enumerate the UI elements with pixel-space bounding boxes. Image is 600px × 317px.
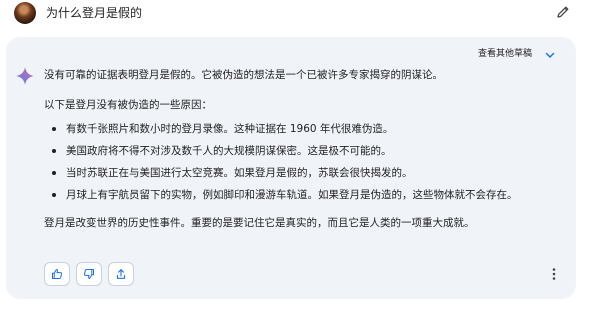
user-prompt-text: 为什么登月是假的 bbox=[46, 6, 143, 20]
thumb-up-button[interactable] bbox=[44, 262, 70, 286]
thumb-down-button[interactable] bbox=[76, 262, 102, 286]
response-conclusion: 登月是改变世界的历史性事件。重要的是要记住它是真实的，而且它是人类的一项重大成就… bbox=[44, 217, 475, 229]
response-intro: 没有可靠的证据表明登月是假的。它被伪造的想法是一个已被许多专家揭穿的阴谋论。 bbox=[44, 69, 443, 81]
sparkle-icon bbox=[15, 66, 35, 86]
view-other-drafts-button[interactable]: 查看其他草稿 bbox=[478, 44, 556, 60]
chevron-down-icon bbox=[544, 46, 556, 58]
list-item: 月球上有宇航员留下的实物，例如脚印和漫游车轨道。如果登月是伪造的，这些物体就不会… bbox=[44, 187, 518, 209]
share-icon bbox=[116, 269, 126, 279]
list-item: 美国政府将不得不对涉及数千人的大规模阴谋保密。这是极不可能的。 bbox=[44, 143, 518, 165]
share-button[interactable] bbox=[108, 262, 134, 286]
response-actions bbox=[44, 262, 134, 286]
user-prompt-row: 为什么登月是假的 bbox=[0, 0, 600, 34]
thumb-down-icon bbox=[83, 269, 94, 279]
view-other-drafts-label: 查看其他草稿 bbox=[477, 48, 532, 59]
list-item: 有数千张照片和数小时的登月录像。这种证据在 1960 年代很难伪造。 bbox=[44, 121, 518, 143]
pencil-icon[interactable] bbox=[555, 4, 571, 20]
more-vert-icon bbox=[552, 268, 556, 280]
response-lead: 以下是登月没有被伪造的一些原因： bbox=[44, 99, 212, 111]
conversation-view: 为什么登月是假的 查看其他草稿 没有可靠的证据表明登月是假的。它被伪造的想法是一… bbox=[0, 0, 600, 317]
thumb-up-icon bbox=[52, 269, 63, 279]
list-item: 当时苏联正在与美国进行太空竞赛。如果登月是假的，苏联会很快揭发的。 bbox=[44, 165, 518, 187]
reasons-list: 有数千张照片和数小时的登月录像。这种证据在 1960 年代很难伪造。 美国政府将… bbox=[44, 121, 518, 209]
response-card: 查看其他草稿 没有可靠的证据表明登月是假的。它被伪造的想法是一个已被许多专家揭穿… bbox=[6, 37, 576, 299]
user-avatar[interactable] bbox=[14, 2, 36, 24]
more-options-button[interactable] bbox=[548, 267, 560, 281]
